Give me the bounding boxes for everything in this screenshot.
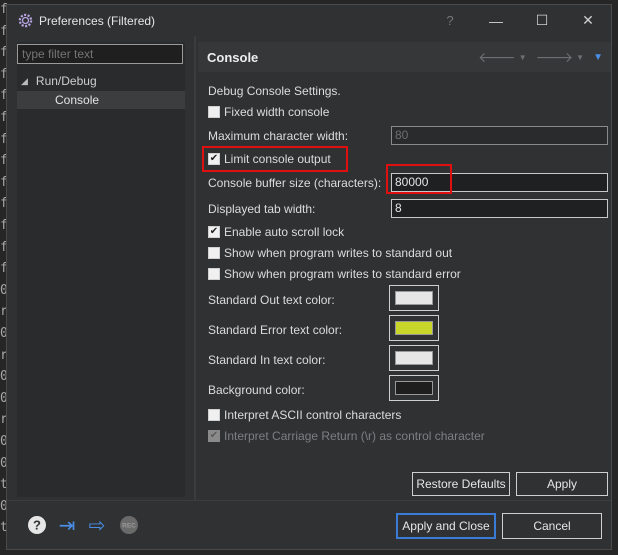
preferences-dialog: Preferences (Filtered) ? — ☐ ✕ ◢ Run/Deb… bbox=[6, 4, 612, 550]
max-char-width-field: 80 bbox=[391, 126, 608, 145]
stderr-color-label: Standard Error text color: bbox=[208, 323, 343, 337]
record-icon-glyph: REC bbox=[122, 523, 136, 530]
filter-input[interactable] bbox=[17, 44, 183, 64]
show-stdout-checkbox[interactable] bbox=[208, 247, 220, 259]
highlight-box bbox=[386, 164, 452, 194]
back-arrow-icon[interactable]: 🡐 bbox=[478, 49, 516, 66]
stderr-color-row: Standard Error text color: bbox=[208, 321, 342, 339]
maximize-button[interactable]: ☐ bbox=[519, 5, 565, 36]
cancel-button[interactable]: Cancel bbox=[502, 513, 602, 539]
intro-label: Debug Console Settings. bbox=[208, 82, 341, 100]
stderr-color-button[interactable] bbox=[389, 315, 439, 341]
page-title: Console bbox=[207, 49, 259, 65]
check-icon: ✔ bbox=[209, 226, 219, 237]
tab-width-field[interactable]: 8 bbox=[391, 199, 608, 218]
window-title: Preferences (Filtered) bbox=[39, 13, 156, 28]
auto-scroll-label: Enable auto scroll lock bbox=[224, 225, 345, 239]
help-icon[interactable]: ? bbox=[427, 5, 473, 36]
tree-item-run-debug[interactable]: ◢ Run/Debug bbox=[21, 72, 97, 90]
help-icon-glyph: ? bbox=[33, 518, 41, 533]
interpret-cr-checkbox: ✔ bbox=[208, 430, 220, 442]
title-bar: Preferences (Filtered) ? — ☐ ✕ bbox=[7, 5, 611, 36]
export-icon[interactable]: ⇨ bbox=[87, 515, 107, 537]
back-dropdown-icon[interactable]: ▼ bbox=[519, 53, 527, 62]
page-navigation: 🡐 ▼ 🡒 ▼ ▼ bbox=[478, 49, 603, 66]
show-stderr-checkbox[interactable] bbox=[208, 268, 220, 280]
stdin-color-label: Standard In text color: bbox=[208, 353, 326, 367]
interpret-ascii-checkbox-row[interactable]: Interpret ASCII control characters bbox=[208, 406, 401, 424]
max-char-width-row: Maximum character width: bbox=[208, 127, 348, 145]
minimize-button[interactable]: — bbox=[473, 5, 519, 36]
stdout-color-label: Standard Out text color: bbox=[208, 293, 335, 307]
intro-text: Debug Console Settings. bbox=[208, 84, 341, 98]
interpret-cr-label: Interpret Carriage Return (\r) as contro… bbox=[224, 429, 485, 443]
forward-dropdown-icon[interactable]: ▼ bbox=[576, 53, 584, 62]
stdout-color-row: Standard Out text color: bbox=[208, 291, 335, 309]
apply-and-close-button[interactable]: Apply and Close bbox=[396, 513, 496, 539]
show-stderr-label: Show when program writes to standard err… bbox=[224, 267, 461, 281]
bg-color-label: Background color: bbox=[208, 383, 305, 397]
interpret-ascii-label: Interpret ASCII control characters bbox=[224, 408, 402, 422]
buffer-size-row: Console buffer size (characters): bbox=[208, 174, 381, 192]
interpret-cr-checkbox-row: ✔ Interpret Carriage Return (\r) as cont… bbox=[208, 427, 485, 445]
view-menu-icon[interactable]: ▼ bbox=[593, 52, 603, 63]
help-icon[interactable]: ? bbox=[27, 515, 47, 535]
show-stdout-label: Show when program writes to standard out bbox=[224, 246, 453, 260]
stdout-color-button[interactable] bbox=[389, 285, 439, 311]
dialog-footer: ? ⇥ ⇨ REC Apply and Close Cancel bbox=[7, 500, 611, 549]
preference-tree-panel: ◢ Run/Debug Console bbox=[17, 42, 185, 497]
console-preference-page: Console 🡐 ▼ 🡒 ▼ ▼ Debug Console Settings… bbox=[198, 42, 611, 500]
auto-scroll-checkbox-row[interactable]: ✔ Enable auto scroll lock bbox=[208, 223, 344, 241]
tree-item-console[interactable]: Console bbox=[17, 91, 185, 109]
stderr-color-swatch bbox=[395, 321, 433, 335]
bg-color-button[interactable] bbox=[389, 375, 439, 401]
restore-defaults-button[interactable]: Restore Defaults bbox=[412, 472, 510, 496]
fixed-width-checkbox[interactable] bbox=[208, 106, 220, 118]
tree-item-label: Console bbox=[55, 93, 100, 107]
interpret-ascii-checkbox[interactable] bbox=[208, 409, 220, 421]
record-icon[interactable]: REC bbox=[119, 515, 139, 535]
dialog-body: ◢ Run/Debug Console Console 🡐 ▼ 🡒 ▼ ▼ bbox=[7, 36, 611, 500]
show-stdout-checkbox-row[interactable]: Show when program writes to standard out bbox=[208, 244, 452, 262]
max-char-width-label: Maximum character width: bbox=[208, 129, 349, 143]
show-stderr-checkbox-row[interactable]: Show when program writes to standard err… bbox=[208, 265, 461, 283]
check-icon: ✔ bbox=[209, 430, 219, 441]
preferences-gear-icon bbox=[17, 13, 33, 29]
fixed-width-label: Fixed width console bbox=[224, 105, 330, 119]
stdout-color-swatch bbox=[395, 291, 433, 305]
stdin-color-button[interactable] bbox=[389, 345, 439, 371]
stdin-color-row: Standard In text color: bbox=[208, 351, 325, 369]
fixed-width-checkbox-row[interactable]: Fixed width console bbox=[208, 103, 329, 121]
tree-item-label: Run/Debug bbox=[35, 74, 97, 88]
stdin-color-swatch bbox=[395, 351, 433, 365]
tab-width-label: Displayed tab width: bbox=[208, 202, 316, 216]
expand-triangle-icon[interactable]: ◢ bbox=[21, 76, 28, 87]
page-header: Console 🡐 ▼ 🡒 ▼ ▼ bbox=[198, 42, 611, 72]
panel-splitter[interactable] bbox=[194, 36, 196, 500]
bg-color-swatch bbox=[395, 381, 433, 395]
buffer-size-label: Console buffer size (characters): bbox=[208, 176, 382, 190]
bg-color-row: Background color: bbox=[208, 381, 305, 399]
forward-arrow-icon[interactable]: 🡒 bbox=[536, 49, 574, 66]
import-icon[interactable]: ⇥ bbox=[57, 515, 77, 537]
highlight-box bbox=[202, 146, 348, 172]
close-button[interactable]: ✕ bbox=[565, 5, 611, 36]
tab-width-row: Displayed tab width: bbox=[208, 200, 315, 218]
apply-button[interactable]: Apply bbox=[516, 472, 608, 496]
auto-scroll-checkbox[interactable]: ✔ bbox=[208, 226, 220, 238]
